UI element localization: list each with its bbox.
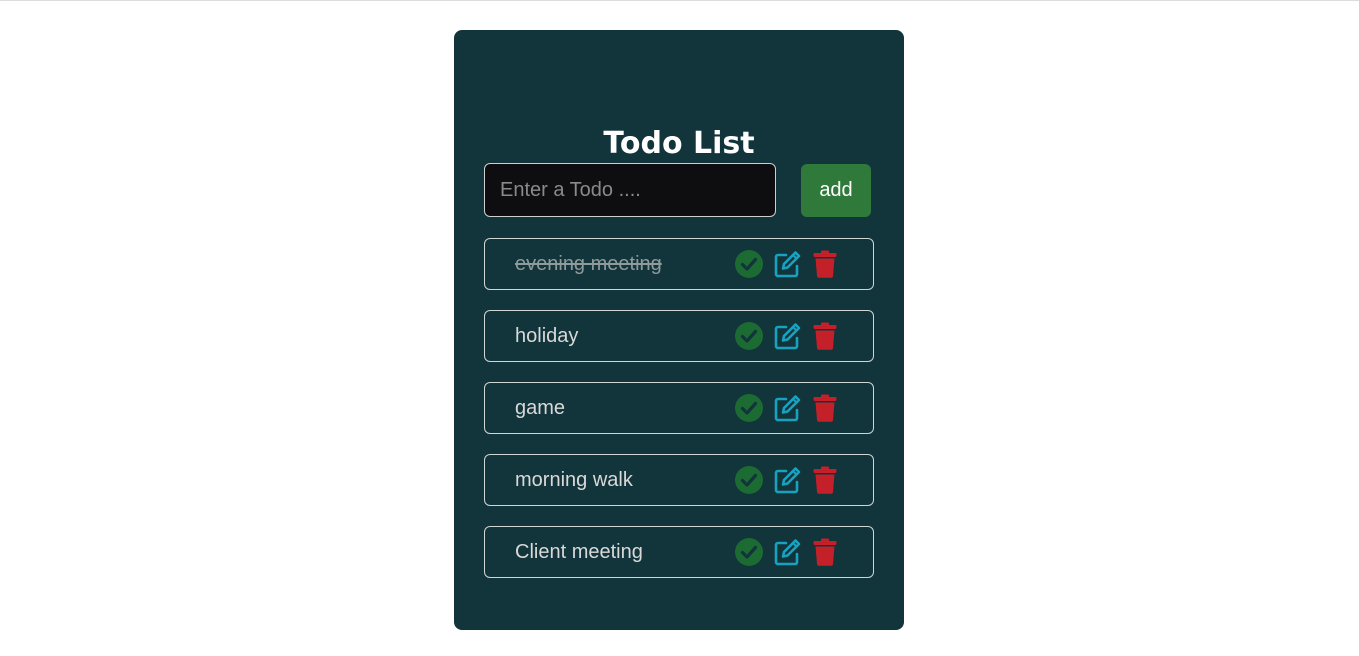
todo-text: morning walk bbox=[515, 469, 633, 491]
todo-item: morning walk bbox=[484, 454, 874, 506]
edit-icon[interactable] bbox=[772, 249, 802, 279]
todo-text: holiday bbox=[515, 325, 579, 347]
todo-text: Client meeting bbox=[515, 541, 643, 563]
trash-icon[interactable] bbox=[810, 249, 840, 279]
check-circle-icon[interactable] bbox=[734, 321, 764, 351]
edit-icon[interactable] bbox=[772, 321, 802, 351]
check-circle-icon[interactable] bbox=[734, 465, 764, 495]
todo-input[interactable] bbox=[484, 163, 776, 217]
todo-item: game bbox=[484, 382, 874, 434]
todo-text: evening meeting bbox=[515, 253, 662, 275]
add-button[interactable]: add bbox=[801, 164, 871, 217]
check-circle-icon[interactable] bbox=[734, 393, 764, 423]
check-circle-icon[interactable] bbox=[734, 249, 764, 279]
edit-icon[interactable] bbox=[772, 393, 802, 423]
check-circle-icon[interactable] bbox=[734, 537, 764, 567]
todo-text: game bbox=[515, 397, 566, 419]
top-divider bbox=[0, 0, 1359, 1]
todo-item: Client meeting bbox=[484, 526, 874, 578]
trash-icon[interactable] bbox=[810, 393, 840, 423]
todo-item: evening meeting bbox=[484, 238, 874, 290]
trash-icon[interactable] bbox=[810, 465, 840, 495]
trash-icon[interactable] bbox=[810, 321, 840, 351]
trash-icon[interactable] bbox=[810, 537, 840, 567]
todo-item: holiday bbox=[484, 310, 874, 362]
edit-icon[interactable] bbox=[772, 537, 802, 567]
edit-icon[interactable] bbox=[772, 465, 802, 495]
page-title: Todo List bbox=[603, 126, 755, 161]
